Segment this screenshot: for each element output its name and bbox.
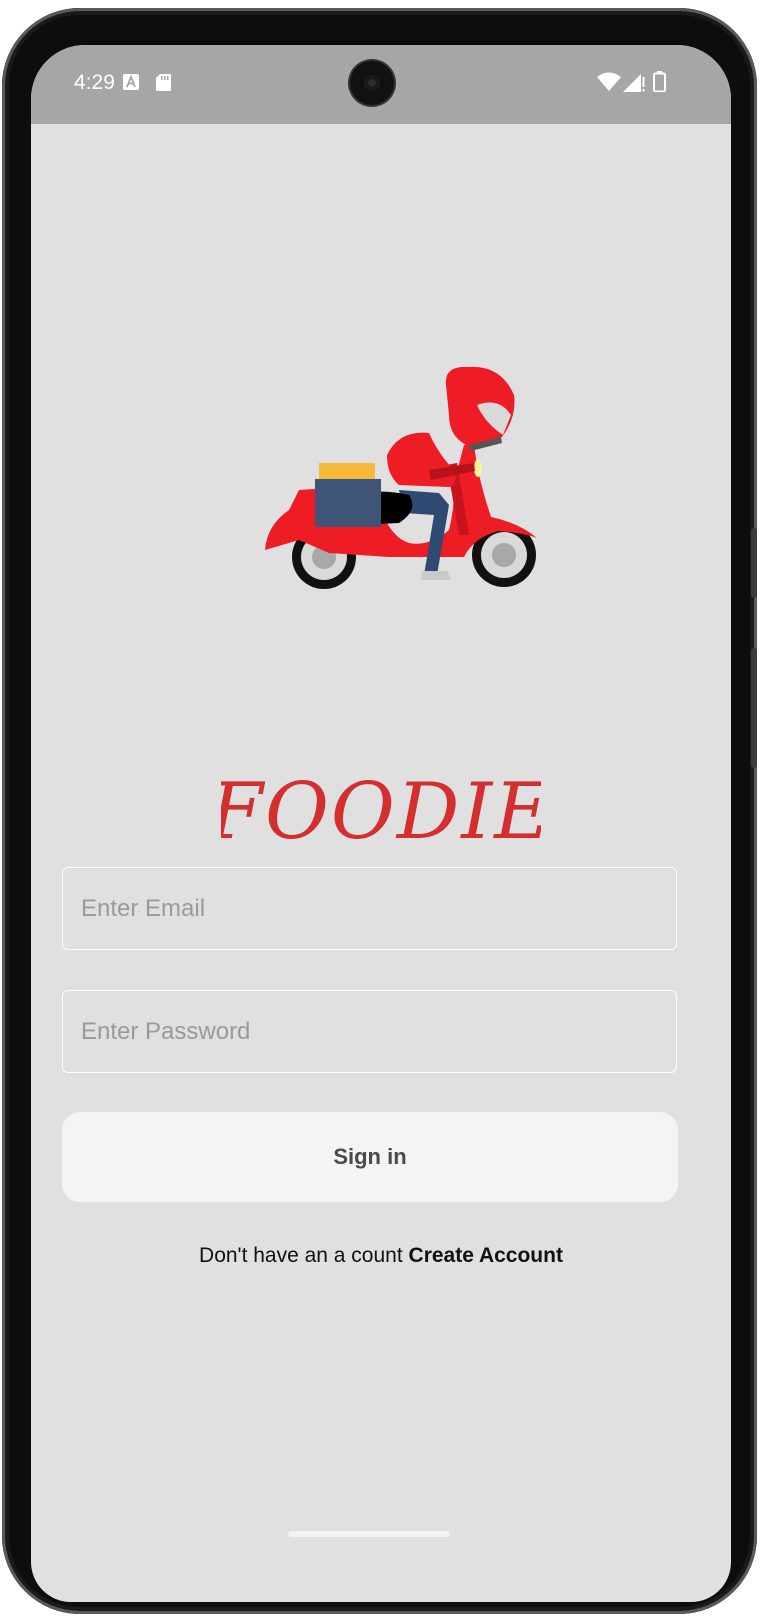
sd-card-icon xyxy=(156,74,171,91)
signup-prompt-text: Don't have an a count xyxy=(199,1244,403,1267)
email-field[interactable] xyxy=(62,867,677,950)
volume-button xyxy=(751,528,757,598)
battery-icon xyxy=(653,71,666,92)
status-time: 4:29 xyxy=(74,71,115,94)
email-input[interactable] xyxy=(63,868,676,949)
password-field[interactable] xyxy=(62,990,677,1073)
phone-frame: 4:29 FOODIE Enter Email Sign in Don't ha… xyxy=(2,8,757,1614)
wifi-icon xyxy=(597,72,621,91)
status-bar: 4:29 xyxy=(31,45,731,124)
svg-text:FOODIE: FOODIE xyxy=(221,767,541,857)
power-button xyxy=(751,648,757,768)
foodie-logo: FOODIE xyxy=(221,767,541,857)
signal-icon xyxy=(623,74,645,92)
signin-button[interactable]: Sign in xyxy=(62,1112,678,1202)
screen: 4:29 FOODIE Enter Email Sign in Don't ha… xyxy=(31,45,731,1602)
signup-prompt: Don't have an a count Create Account xyxy=(31,1244,731,1268)
text-a-notification-icon xyxy=(123,74,139,90)
password-input[interactable] xyxy=(63,991,676,1072)
create-account-link[interactable]: Create Account xyxy=(409,1244,563,1267)
front-camera xyxy=(350,61,394,105)
delivery-scooter-icon xyxy=(265,366,537,589)
home-indicator[interactable] xyxy=(288,1531,450,1537)
